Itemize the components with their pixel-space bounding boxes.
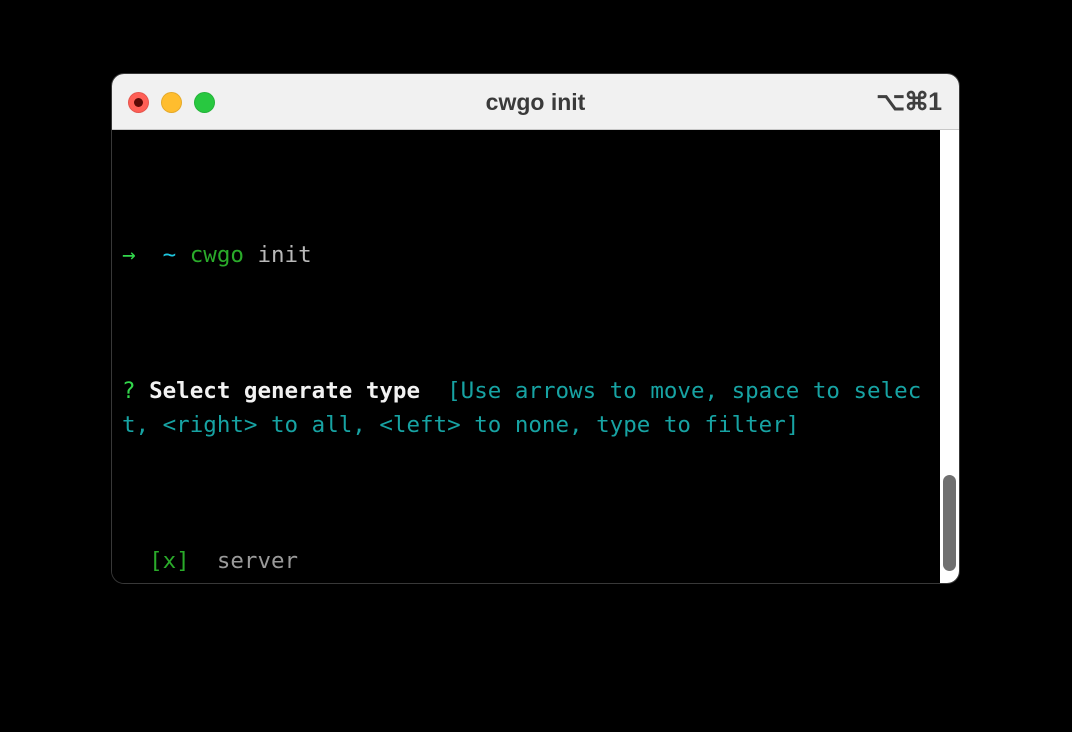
window-titlebar: cwgo init ⌥⌘1 [112, 74, 959, 130]
option-gap2-server [190, 548, 217, 574]
question-line: ? Select generate type [Use arrows to mo… [122, 374, 932, 442]
prompt-line: → ~ cwgo init [122, 238, 932, 272]
window-title: cwgo init [485, 89, 586, 115]
keyboard-shortcut-indicator: ⌥⌘1 [876, 88, 942, 116]
terminal-body[interactable]: → ~ cwgo init ? Select generate type [Us… [112, 130, 959, 583]
vertical-scrollbar[interactable] [940, 130, 959, 583]
question-spacer [136, 378, 150, 404]
option-row-server[interactable]: [x] server [122, 544, 932, 578]
option-cursor-server [122, 548, 136, 574]
prompt-path: ~ [162, 242, 177, 268]
option-checkbox-server[interactable]: [x] [149, 548, 190, 574]
prompt-arrow-icon: → [122, 242, 136, 268]
question-marker-icon: ? [122, 378, 136, 404]
terminal-window: cwgo init ⌥⌘1 → ~ cwgo init ? Select gen… [112, 74, 959, 583]
option-label-server: server [216, 548, 299, 574]
screen: cwgo init ⌥⌘1 → ~ cwgo init ? Select gen… [0, 0, 1072, 732]
prompt-spacer [136, 242, 163, 268]
prompt-spacer-3 [244, 242, 258, 268]
question-spacer-2 [420, 378, 447, 404]
command-arg: init [257, 242, 312, 268]
question-text: Select generate type [149, 378, 421, 404]
option-gap-server [136, 548, 150, 574]
command-name: cwgo [189, 242, 244, 268]
terminal-output: → ~ cwgo init ? Select generate type [Us… [122, 136, 932, 583]
prompt-spacer-2 [176, 242, 190, 268]
scrollbar-thumb[interactable] [943, 475, 956, 571]
